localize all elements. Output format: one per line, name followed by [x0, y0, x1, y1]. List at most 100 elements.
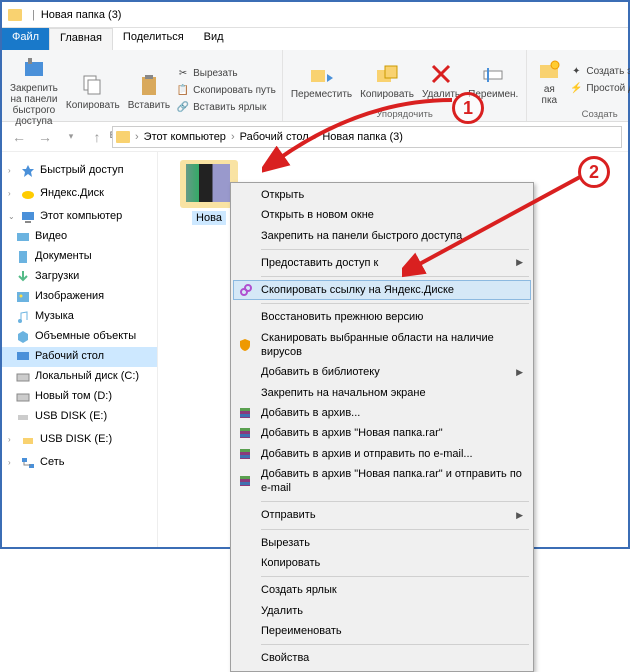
- copy-path-button[interactable]: 📋Скопировать путь: [174, 83, 278, 99]
- shortcut-icon: 🔗: [176, 101, 190, 115]
- menu-item[interactable]: Добавить в архив "Новая папка.rar": [233, 423, 531, 443]
- disk-icon: [16, 390, 30, 404]
- breadcrumb[interactable]: › Этот компьютер › Рабочий стол › Новая …: [112, 126, 622, 148]
- sidebar-item-video[interactable]: Видео: [2, 227, 157, 247]
- menu-item[interactable]: Отправить▶: [233, 505, 531, 525]
- rename-icon: [479, 60, 507, 88]
- nav-back[interactable]: ←: [8, 126, 30, 148]
- sidebar-item-music[interactable]: Музыка: [2, 307, 157, 327]
- tab-share[interactable]: Поделиться: [113, 28, 194, 50]
- star-icon: [21, 164, 35, 178]
- ribbon: Закрепить на панели быстрого доступа Коп…: [2, 50, 628, 122]
- cut-button[interactable]: ✂Вырезать: [174, 66, 278, 82]
- sidebar-item-3d[interactable]: Объемные объекты: [2, 327, 157, 347]
- menu-item[interactable]: Восстановить прежнюю версию: [233, 307, 531, 327]
- new-folder-icon: [535, 55, 563, 83]
- folder-icon: [8, 9, 22, 21]
- menu-item[interactable]: Копировать: [233, 553, 531, 573]
- sidebar-network[interactable]: ›Сеть: [2, 453, 157, 473]
- paste-icon: [135, 71, 163, 99]
- menu-item[interactable]: Скопировать ссылку на Яндекс.Диске: [233, 280, 531, 300]
- menu-item[interactable]: Добавить в архив "Новая папка.rar" и отп…: [233, 464, 531, 499]
- menu-item[interactable]: Открыть: [233, 185, 531, 205]
- menu-item[interactable]: Закрепить на панели быстрого доступа: [233, 226, 531, 246]
- ylink-icon: [238, 282, 254, 298]
- menu-item[interactable]: Предоставить доступ к▶: [233, 253, 531, 273]
- crumb-pc[interactable]: Этот компьютер: [144, 131, 226, 143]
- music-icon: [16, 310, 30, 324]
- annotation-2: 2: [578, 156, 610, 188]
- menu-item[interactable]: Сканировать выбранные области на наличие…: [233, 328, 531, 363]
- easy-access-icon: ⚡: [569, 82, 583, 96]
- sidebar-item-usb[interactable]: USB DISK (E:): [2, 407, 157, 427]
- menu-item[interactable]: Добавить в библиотеку▶: [233, 362, 531, 382]
- tab-home[interactable]: Главная: [49, 28, 113, 50]
- move-icon: [307, 60, 335, 88]
- rar-icon: [237, 405, 253, 421]
- copy-icon: [79, 71, 107, 99]
- tab-view[interactable]: Вид: [194, 28, 234, 50]
- rar-icon: [237, 425, 253, 441]
- sidebar-yandex[interactable]: ›Яндекс.Диск: [2, 184, 157, 204]
- menu-item[interactable]: Свойства: [233, 648, 531, 668]
- download-icon: [16, 270, 30, 284]
- crumb-desktop[interactable]: Рабочий стол: [240, 131, 309, 143]
- copy-to-button[interactable]: Копировать: [356, 52, 418, 108]
- menu-item[interactable]: Закрепить на начальном экране: [233, 383, 531, 403]
- new-item-button[interactable]: ✦Создать элемент: [567, 64, 630, 80]
- sidebar-item-disk[interactable]: Локальный диск (C:): [2, 367, 157, 387]
- tab-file[interactable]: Файл: [2, 28, 49, 50]
- easy-access-button[interactable]: ⚡Простой доступ: [567, 81, 630, 97]
- yandex-disk-icon: [21, 187, 35, 201]
- menu-item[interactable]: Открыть в новом окне: [233, 205, 531, 225]
- submenu-arrow-icon: ▶: [516, 367, 523, 379]
- menu-item[interactable]: Добавить в архив...: [233, 403, 531, 423]
- sidebar-item-disk[interactable]: Новый том (D:): [2, 387, 157, 407]
- doc-icon: [16, 250, 30, 264]
- disk-icon: [16, 370, 30, 384]
- copy-button[interactable]: Копировать: [62, 52, 124, 129]
- nav-up[interactable]: ↑: [86, 126, 108, 148]
- nav-forward[interactable]: →: [34, 126, 56, 148]
- menu-separator: [261, 529, 529, 530]
- menu-item[interactable]: Переименовать: [233, 621, 531, 641]
- usb-icon: [21, 433, 35, 447]
- qat-sep: |: [32, 9, 35, 21]
- annotation-1: 1: [452, 92, 484, 124]
- paste-button[interactable]: Вставить: [124, 52, 174, 129]
- sidebar-item-image[interactable]: Изображения: [2, 287, 157, 307]
- sidebar-item-desktop[interactable]: Рабочий стол: [2, 347, 157, 367]
- title-bar: | Новая папка (3): [2, 2, 628, 28]
- ribbon-group-clipboard: Закрепить на панели быстрого доступа Коп…: [2, 50, 283, 121]
- menu-item[interactable]: Удалить: [233, 601, 531, 621]
- folder-label: Нова: [192, 211, 226, 225]
- window-title: Новая папка (3): [41, 9, 122, 21]
- menu-separator: [261, 644, 529, 645]
- menu-item[interactable]: Вырезать: [233, 533, 531, 553]
- delete-icon: [427, 60, 455, 88]
- sidebar-this-pc[interactable]: ⌄Этот компьютер: [2, 207, 157, 227]
- group-label-organize: Упорядочить: [287, 108, 523, 120]
- folder-icon: [116, 131, 130, 143]
- paste-shortcut-button[interactable]: 🔗Вставить ярлык: [174, 100, 278, 116]
- pin-button[interactable]: Закрепить на панели быстрого доступа: [6, 52, 62, 129]
- menu-item[interactable]: Добавить в архив и отправить по e-mail..…: [233, 444, 531, 464]
- menu-item[interactable]: Создать ярлык: [233, 580, 531, 600]
- new-folder-button[interactable]: ая пка: [531, 52, 567, 108]
- crumb-folder[interactable]: Новая папка (3): [322, 131, 403, 143]
- ribbon-group-organize: Переместить Копировать Удалить Переимен.…: [283, 50, 528, 121]
- nav-pane: ›Быстрый доступ ›Яндекс.Диск ⌄Этот компь…: [2, 152, 158, 547]
- sidebar-usb-disk-2[interactable]: ›USB DISK (E:): [2, 430, 157, 450]
- scissors-icon: ✂: [176, 67, 190, 81]
- rar-icon: [237, 446, 253, 462]
- pin-icon: [20, 54, 48, 82]
- sidebar-quick-access[interactable]: ›Быстрый доступ: [2, 161, 157, 181]
- nav-recent[interactable]: ▾: [60, 126, 82, 148]
- sidebar-item-download[interactable]: Загрузки: [2, 267, 157, 287]
- menu-separator: [261, 501, 529, 502]
- network-icon: [21, 456, 35, 470]
- path-icon: 📋: [176, 84, 190, 98]
- move-to-button[interactable]: Переместить: [287, 52, 356, 108]
- sidebar-item-doc[interactable]: Документы: [2, 247, 157, 267]
- menu-separator: [261, 249, 529, 250]
